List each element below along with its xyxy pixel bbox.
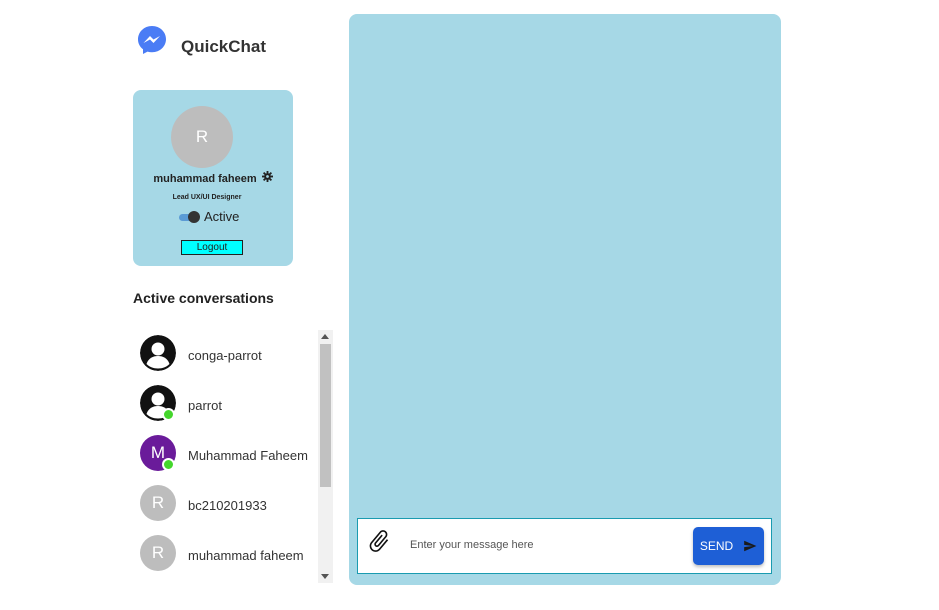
send-button[interactable]: SEND	[693, 527, 764, 565]
conversation-avatar: R	[140, 535, 176, 571]
user-icon	[140, 335, 176, 371]
conversation-list[interactable]: conga-parrot parrot M Muhammad Faheem R …	[133, 330, 318, 583]
scroll-down-arrow-icon[interactable]	[321, 574, 329, 579]
messenger-logo-icon	[138, 26, 166, 54]
profile-role: Lead UX/UI Designer	[172, 194, 242, 201]
profile-avatar: R	[171, 106, 233, 168]
online-indicator	[162, 408, 175, 421]
status-row: Active	[178, 209, 239, 224]
profile-name: muhammad faheem	[153, 173, 257, 185]
conversation-name: parrot	[188, 398, 222, 413]
profile-card: R muhammad faheem Lead UX/UI Designer Ac…	[133, 90, 293, 266]
toggle-thumb	[188, 210, 200, 223]
conversation-item[interactable]: M Muhammad Faheem	[133, 430, 318, 480]
conversation-scrollbar[interactable]	[318, 330, 333, 583]
chat-panel: SEND	[349, 14, 781, 585]
online-indicator	[162, 458, 175, 471]
logout-button[interactable]: Logout	[181, 240, 243, 255]
scroll-up-arrow-icon[interactable]	[321, 334, 329, 339]
gear-icon[interactable]	[262, 171, 273, 182]
app-title: QuickChat	[181, 37, 267, 56]
message-input[interactable]	[410, 534, 680, 556]
conversations-heading: Active conversations	[133, 290, 274, 306]
conversation-name: bc210201933	[188, 498, 267, 513]
conversation-avatar: R	[140, 485, 176, 521]
brand: QuickChat	[136, 24, 266, 56]
message-composer: SEND	[357, 518, 772, 574]
send-icon	[744, 540, 757, 552]
conversation-name: muhammad faheem	[188, 548, 304, 563]
status-label: Active	[204, 209, 240, 224]
conversation-item[interactable]: R muhammad faheem	[133, 530, 318, 580]
scroll-thumb[interactable]	[320, 344, 331, 487]
conversation-item[interactable]: R bc210201933	[133, 480, 318, 530]
paperclip-icon[interactable]	[366, 528, 392, 554]
conversation-name: Muhammad Faheem	[188, 448, 308, 463]
send-label: SEND	[699, 539, 734, 553]
conversation-item[interactable]: conga-parrot	[133, 330, 318, 380]
conversation-name: conga-parrot	[188, 348, 262, 363]
status-toggle[interactable]	[178, 210, 200, 223]
conversation-item[interactable]: parrot	[133, 380, 318, 430]
